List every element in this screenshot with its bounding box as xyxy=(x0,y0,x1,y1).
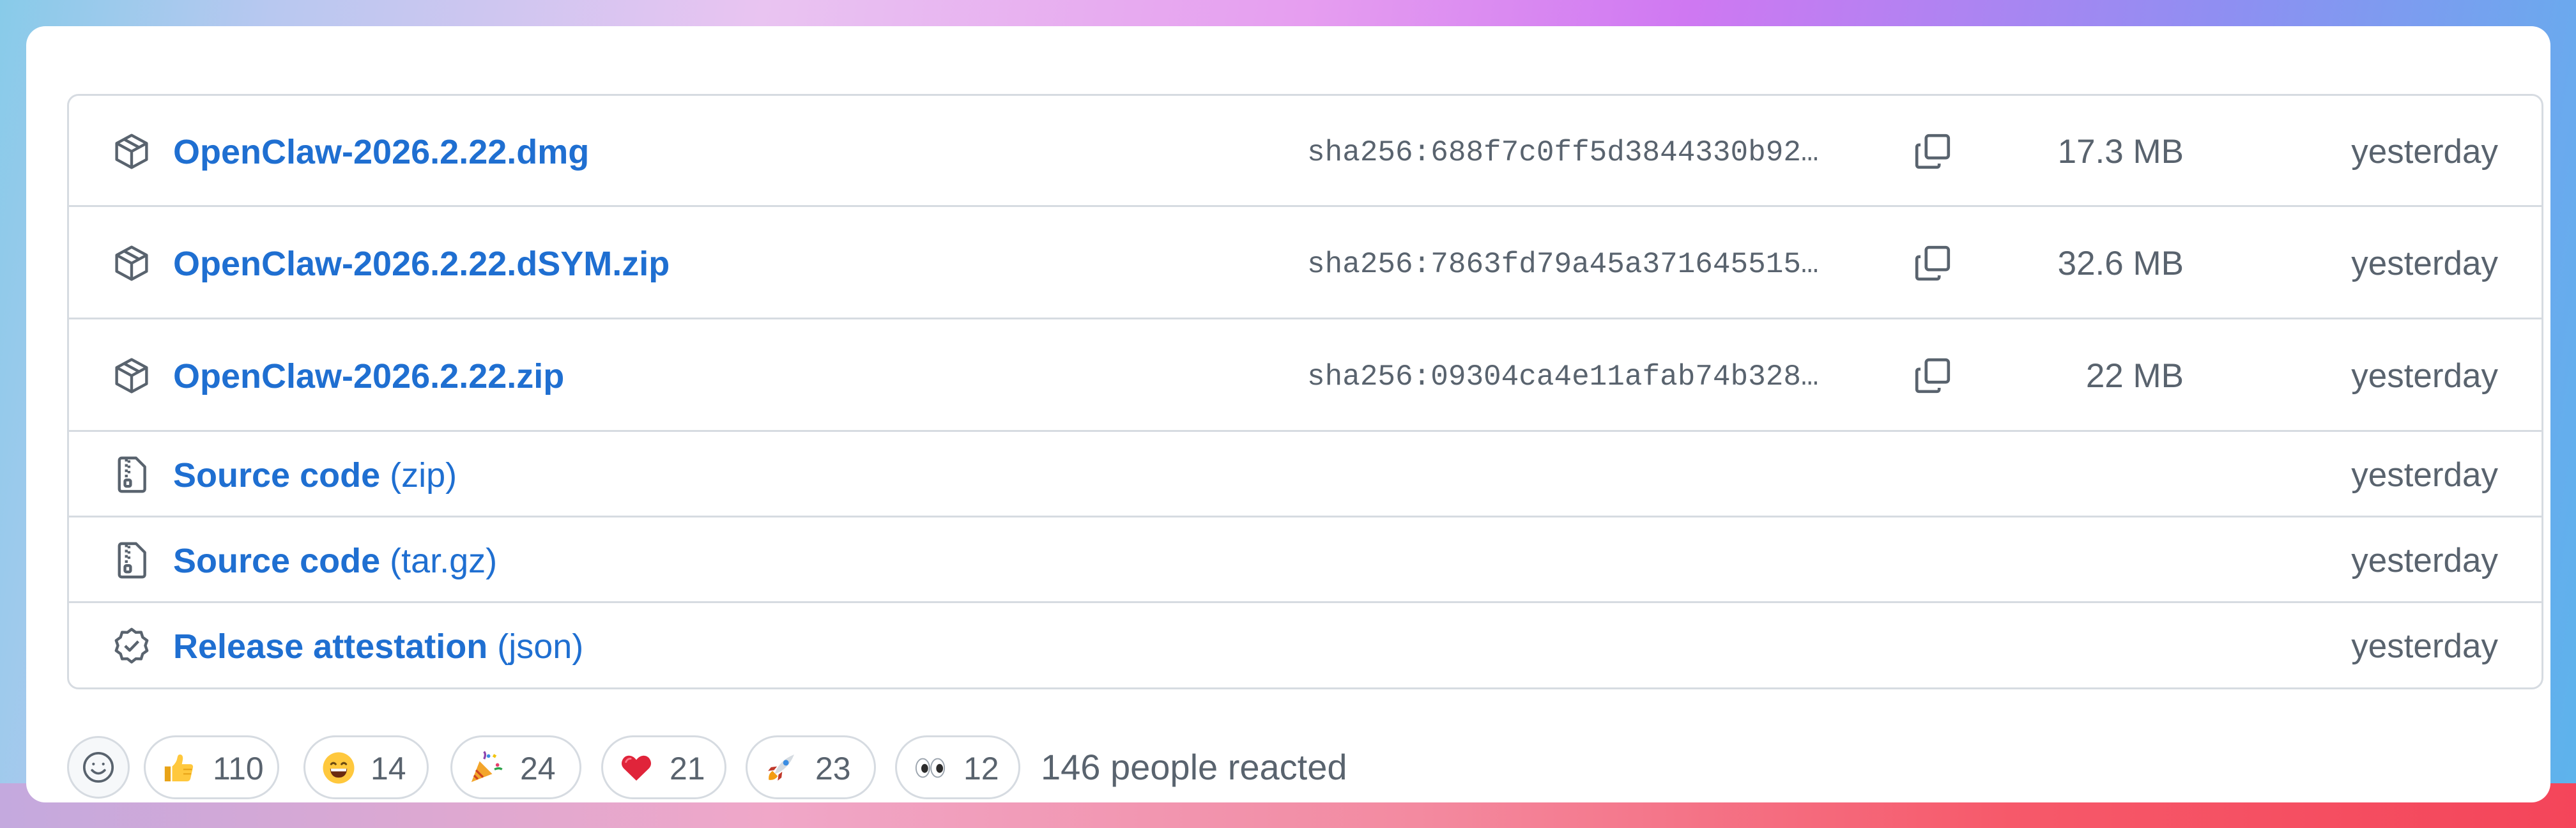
asset-size: 17.3 MB xyxy=(2057,133,2184,171)
asset-sha256: sha256:09304ca4e11afab74b328… xyxy=(1307,360,1819,394)
reaction-count: 24 xyxy=(520,751,556,786)
reaction-count: 23 xyxy=(815,751,851,786)
asset-row-source-zip: Source code (zip) yesterday xyxy=(69,432,2542,518)
reaction-thumbs-up[interactable]: 110 xyxy=(144,735,279,799)
rocket-icon xyxy=(763,750,799,786)
asset-date: yesterday xyxy=(2351,627,2498,665)
smiley-icon xyxy=(82,751,114,783)
party-popper-icon xyxy=(468,750,503,786)
package-icon xyxy=(111,242,153,284)
asset-format: (zip) xyxy=(390,456,457,494)
thumbs-up-icon xyxy=(161,750,197,786)
asset-link[interactable]: Release attestation (json) xyxy=(173,629,583,664)
asset-link[interactable]: Source code (tar.gz) xyxy=(173,544,497,578)
reaction-heart[interactable]: 21 xyxy=(601,735,726,799)
file-zip-icon xyxy=(111,454,153,496)
asset-sha256: sha256:7863fd79a45a371645515… xyxy=(1307,248,1819,281)
asset-row-dsym: OpenClaw-2026.2.22.dSYM.zip sha256:7863f… xyxy=(69,207,2542,319)
file-zip-icon xyxy=(111,539,153,581)
asset-date: yesterday xyxy=(2351,245,2498,282)
asset-date: yesterday xyxy=(2351,133,2498,171)
asset-link[interactable]: Source code (zip) xyxy=(173,458,457,493)
package-icon xyxy=(111,355,153,397)
reaction-eyes[interactable]: 12 xyxy=(895,735,1020,799)
reaction-count: 21 xyxy=(670,751,705,786)
reaction-rocket[interactable]: 23 xyxy=(746,735,876,799)
verified-badge-icon xyxy=(111,625,153,667)
reaction-count: 110 xyxy=(213,751,264,786)
asset-name[interactable]: Source code xyxy=(173,456,380,494)
grinning-face-icon xyxy=(321,750,356,786)
reaction-laugh[interactable]: 14 xyxy=(303,735,429,799)
asset-date: yesterday xyxy=(2351,456,2498,494)
asset-row-dmg: OpenClaw-2026.2.22.dmg sha256:688f7c0ff5… xyxy=(69,96,2542,207)
release-assets-card: OpenClaw-2026.2.22.dmg sha256:688f7c0ff5… xyxy=(26,26,2550,802)
add-reaction-button[interactable] xyxy=(67,736,130,799)
asset-link[interactable]: OpenClaw-2026.2.22.dSYM.zip xyxy=(173,247,670,281)
package-icon xyxy=(111,130,153,172)
asset-format: (tar.gz) xyxy=(390,542,498,580)
copy-icon[interactable] xyxy=(1910,241,1955,286)
red-heart-icon xyxy=(618,750,654,786)
copy-icon[interactable] xyxy=(1910,353,1955,398)
reaction-count: 14 xyxy=(371,751,406,786)
asset-link[interactable]: OpenClaw-2026.2.22.dmg xyxy=(173,135,589,169)
asset-name[interactable]: Release attestation xyxy=(173,627,487,666)
asset-link[interactable]: OpenClaw-2026.2.22.zip xyxy=(173,359,564,394)
asset-size: 22 MB xyxy=(2085,357,2184,395)
asset-date: yesterday xyxy=(2351,542,2498,579)
reaction-hooray[interactable]: 24 xyxy=(450,735,581,799)
copy-icon[interactable] xyxy=(1910,129,1955,174)
asset-size: 32.6 MB xyxy=(2057,245,2184,282)
reactions-summary: 146 people reacted xyxy=(1041,747,1347,787)
asset-format: (json) xyxy=(497,627,584,666)
eyes-icon xyxy=(912,750,948,786)
asset-sha256: sha256:688f7c0ff5d3844330b92… xyxy=(1307,136,1819,169)
assets-list: OpenClaw-2026.2.22.dmg sha256:688f7c0ff5… xyxy=(67,94,2543,689)
asset-row-attestation: Release attestation (json) yesterday xyxy=(69,603,2542,687)
asset-date: yesterday xyxy=(2351,357,2498,395)
asset-row-source-targz: Source code (tar.gz) yesterday xyxy=(69,518,2542,603)
reaction-count: 12 xyxy=(963,751,999,786)
asset-name[interactable]: Source code xyxy=(173,542,380,580)
asset-row-zip: OpenClaw-2026.2.22.zip sha256:09304ca4e1… xyxy=(69,319,2542,432)
